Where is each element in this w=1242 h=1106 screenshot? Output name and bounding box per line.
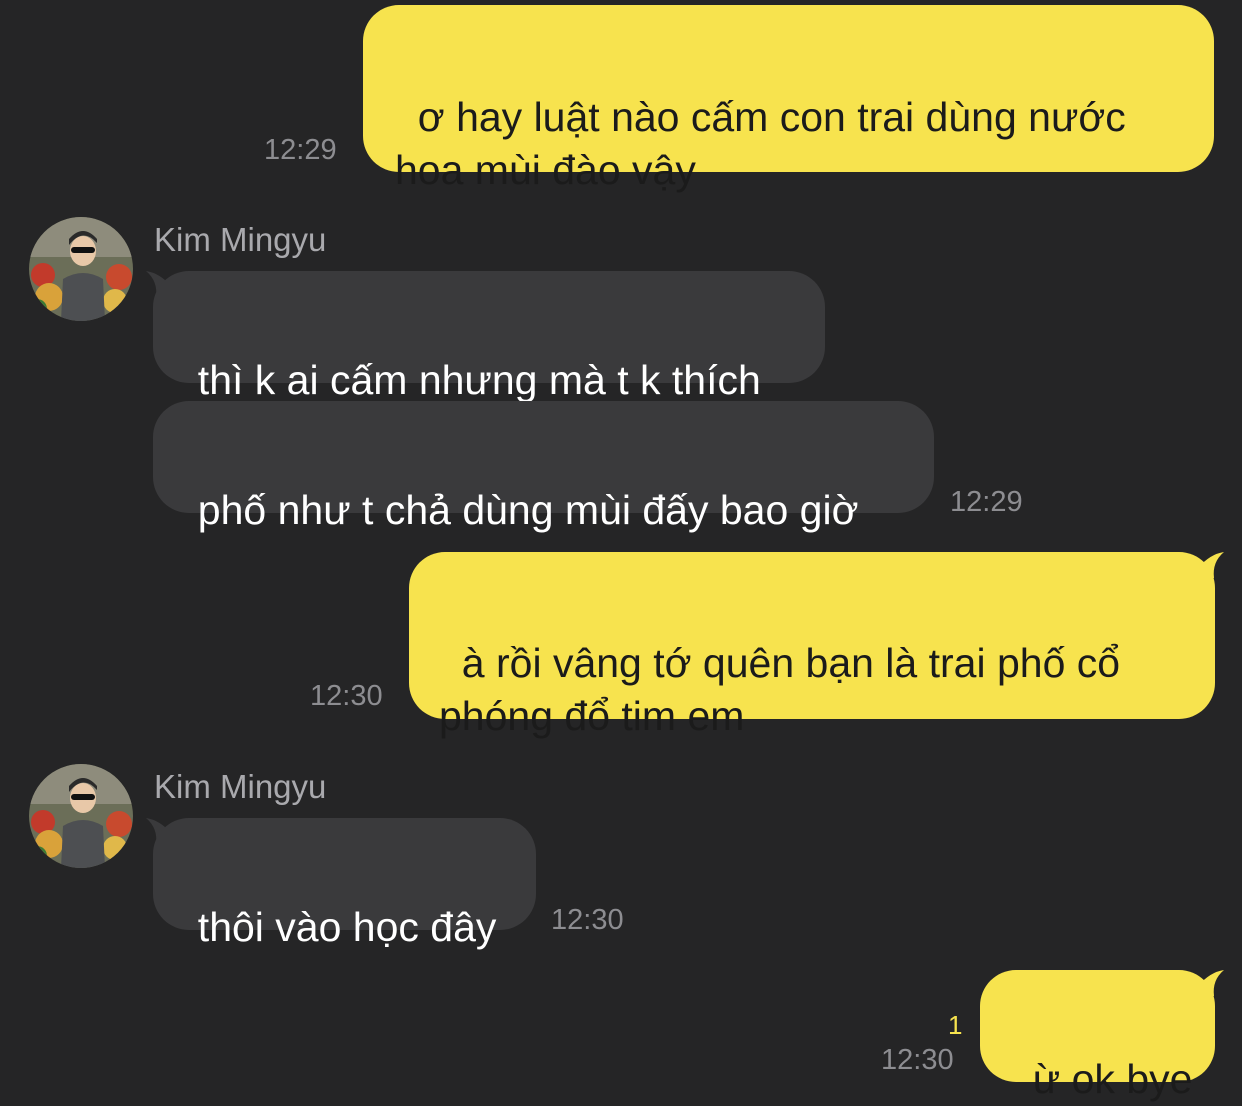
message-text: phố như t chả dùng mùi đấy bao giờ: [197, 487, 859, 533]
incoming-message-bubble[interactable]: phố như t chả dùng mùi đấy bao giờ: [153, 401, 934, 533]
message-text: thôi vào học đây: [197, 904, 497, 950]
profile-photo-avatar-icon: [29, 764, 133, 868]
message-timestamp: 12:30: [310, 680, 383, 712]
profile-photo-avatar-icon: [29, 217, 133, 321]
message-text: ừ ok bye: [1032, 1056, 1193, 1102]
avatar[interactable]: [29, 764, 133, 868]
incoming-message-bubble[interactable]: thì k ai cấm nhưng mà t k thích: [153, 271, 825, 403]
sender-name: Kim Mingyu: [154, 768, 327, 805]
message-text: à rồi vâng tớ quên bạn là trai phố cổ ph…: [439, 640, 1121, 739]
outgoing-message-bubble[interactable]: à rồi vâng tớ quên bạn là trai phố cổ ph…: [409, 552, 1215, 739]
bubble-tail-icon: [1198, 552, 1224, 578]
message-text: ơ hay luật nào cấm con trai dùng nước ho…: [395, 94, 1126, 193]
incoming-message-bubble[interactable]: thôi vào học đây: [153, 818, 536, 950]
message-text: thì k ai cấm nhưng mà t k thích: [197, 357, 761, 403]
message-timestamp: 12:30: [881, 1044, 954, 1076]
outgoing-message-bubble[interactable]: ơ hay luật nào cấm con trai dùng nước ho…: [363, 5, 1214, 193]
message-timestamp: 12:30: [551, 904, 624, 936]
unread-count: 1: [948, 1010, 963, 1040]
avatar[interactable]: [29, 217, 133, 321]
sender-name: Kim Mingyu: [154, 221, 327, 258]
message-timestamp: 12:29: [950, 486, 1023, 518]
outgoing-message-bubble[interactable]: ừ ok bye: [980, 970, 1215, 1102]
bubble-tail-icon: [1198, 970, 1224, 996]
message-timestamp: 12:29: [264, 134, 337, 166]
